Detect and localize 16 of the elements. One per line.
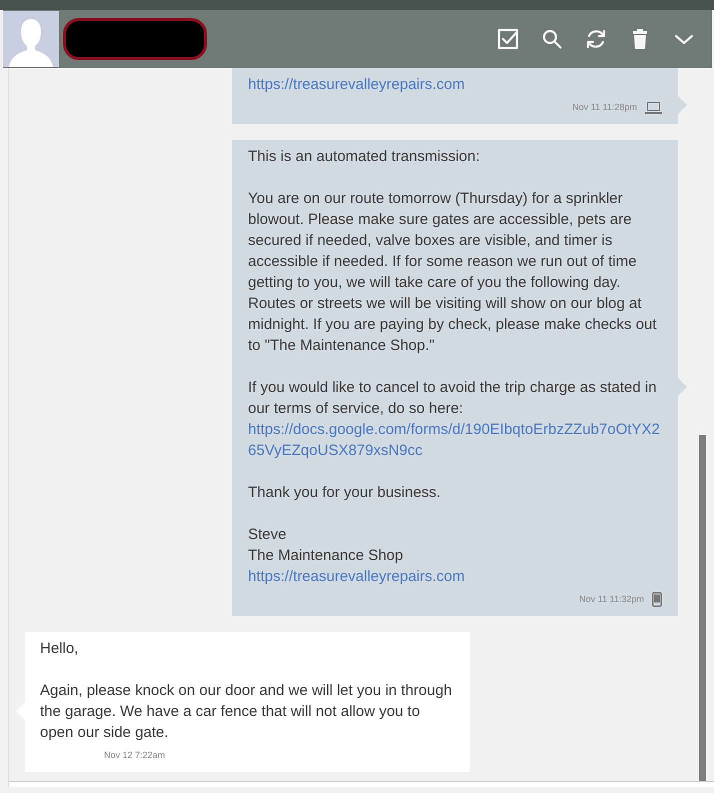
message-link[interactable]: https://treasurevalleyrepairs.com: [248, 74, 662, 95]
message-text: Hello,: [40, 639, 80, 659]
message-text: This is an automated transmission:: [248, 147, 481, 167]
phone-icon: [652, 592, 662, 607]
message-text: Steve: [248, 525, 288, 545]
message-text: Again, please knock on our door and we will let you in through the garage. We have a car fence that will not allow you to open our side gate.: [40, 681, 453, 743]
message-timestamp: Nov 11 11:32pm: [579, 593, 644, 606]
laptop-icon: [645, 102, 662, 114]
message-link[interactable]: https://treasurevalleyrepairs.com: [248, 566, 662, 587]
message-timestamp: Nov 12 7:22am: [104, 749, 166, 762]
message-text: Thank you for your business.: [248, 483, 442, 503]
message-text: If you would like to cancel to avoid the trip charge as stated in our terms of service, do so here:: [248, 378, 658, 419]
message-link[interactable]: https://docs.google.com/forms/d/190EIbqtoErbzZZub7oOtYX265VyEZqoUSX879xsN9cc: [248, 419, 662, 461]
message-text: You are on our route tomorrow (Thursday) for a sprinkler blowout. Please make sure gates are accessible, pets are secured if needed, valve boxes are visible, and timer is accessible if needed. If for some reason we run out of time getting to you, we will take care of you the following day. Routes or streets we will be visiting will show on our blog at midnight. If you are paying by check, please make checks out to "The Maintenance Shop.": [248, 189, 658, 356]
message-text: The Maintenance Shop: [248, 546, 404, 566]
message-timestamp: Nov 11 11:28pm: [572, 101, 637, 114]
